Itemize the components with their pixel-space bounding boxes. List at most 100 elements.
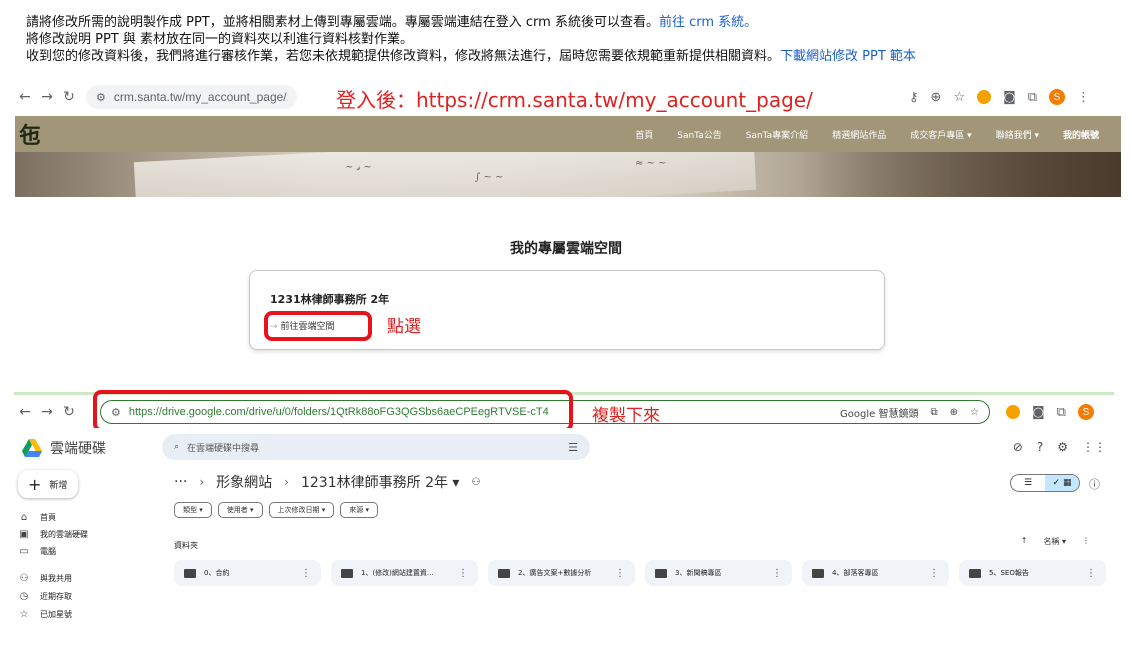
google-lens-button[interactable]: Google 智慧鏡頭: [840, 405, 918, 420]
back-icon[interactable]: ←: [14, 89, 36, 105]
view-toggle: ☰ ✓ ▦: [1010, 474, 1080, 492]
new-label: 新增: [49, 480, 68, 491]
folder-name: 1、(修改)網站建置資...: [361, 569, 434, 577]
ppt-template-link[interactable]: 下載網站修改 PPT 範本: [780, 49, 916, 64]
filter-modified[interactable]: 上次修改日期 ▾: [268, 502, 335, 518]
drive-app-name: 雲端硬碟: [50, 441, 106, 457]
folder-item[interactable]: 3、新聞稿專區 ⋮: [645, 560, 792, 586]
folder-name: 2、廣告文案+數據分析: [518, 569, 592, 577]
sidebar-item-my-drive[interactable]: ▣ 我的雲端硬碟: [18, 529, 88, 540]
folder-item[interactable]: 0、合約 ⋮: [174, 560, 321, 586]
star-icon[interactable]: ☆: [953, 90, 965, 105]
filter-type[interactable]: 類型 ▾: [174, 502, 212, 518]
highlight-cloud-link: [264, 311, 372, 341]
camera-icon[interactable]: ◙: [1003, 90, 1016, 105]
more-options-icon[interactable]: ⋮: [772, 568, 782, 579]
profile-avatar[interactable]: S: [1077, 404, 1094, 420]
nav-item-my-account[interactable]: 我的帳號: [1051, 128, 1111, 141]
folder-name: 4、部落客專區: [832, 569, 879, 577]
site-settings-icon[interactable]: ⚙: [96, 91, 106, 104]
instruction-text: 請將修改所需的說明製作成 PPT，並將相關素材上傳到專屬雲端。專屬雲端連結在登入…: [26, 15, 659, 30]
more-options-icon[interactable]: ⋮: [458, 568, 468, 579]
sidebar-item-label: 近期存取: [40, 592, 72, 601]
filter-people[interactable]: 使用者 ▾: [217, 502, 263, 518]
nav-item-contact[interactable]: 聯絡我們 ▾: [984, 128, 1051, 141]
zoom-icon[interactable]: ⊕: [950, 407, 958, 418]
computer-icon: ▭: [19, 546, 29, 557]
sidebar-item-shared[interactable]: ⚇ 與我共用: [18, 573, 72, 584]
breadcrumb-item[interactable]: 形象網站: [216, 472, 272, 492]
filter-source[interactable]: 來源 ▾: [340, 502, 378, 518]
new-button[interactable]: + 新增: [18, 470, 78, 498]
apps-grid-icon[interactable]: ⋮⋮: [1082, 440, 1106, 454]
sidebar-item-recent[interactable]: ◷ 近期存取: [18, 591, 72, 602]
nav-item-home[interactable]: 首頁: [623, 128, 665, 141]
instruction-text: 收到您的修改資料後，我們將進行審核作業，若您未依規範提供修改資料，修改將無法進行…: [26, 49, 781, 64]
extension-icon[interactable]: [1006, 405, 1020, 419]
reload-icon[interactable]: ↻: [58, 404, 80, 420]
sort-controls: ↑ 名稱 ▾ ⋮: [1021, 536, 1090, 547]
extension-icon[interactable]: [977, 90, 992, 104]
puzzle-icon[interactable]: ⧉: [1028, 90, 1037, 105]
puzzle-icon[interactable]: ⧉: [1057, 405, 1066, 420]
instruction-line-3: 收到您的修改資料後，我們將進行審核作業，若您未依規範提供修改資料，修改將無法進行…: [26, 48, 1116, 65]
instruction-line-1: 請將修改所需的說明製作成 PPT，並將相關素材上傳到專屬雲端。專屬雲端連結在登入…: [26, 14, 1116, 31]
menu-icon[interactable]: ⋮: [1077, 90, 1090, 105]
drive-logo[interactable]: 雲端硬碟: [22, 438, 106, 458]
more-options-icon[interactable]: ⋮: [615, 568, 625, 579]
more-options-icon[interactable]: ⋮: [301, 568, 311, 579]
folder-item[interactable]: 2、廣告文案+數據分析 ⋮: [488, 560, 635, 586]
more-options-icon[interactable]: ⋮: [1086, 568, 1096, 579]
crm-link[interactable]: 前往 crm 系統。: [659, 15, 757, 30]
reload-icon[interactable]: ↻: [58, 89, 80, 105]
my-drive-icon: ▣: [19, 529, 29, 540]
shared-icon: ⚇: [19, 573, 29, 584]
more-options-icon[interactable]: ⋮: [929, 568, 939, 579]
folder-item[interactable]: 4、部落客專區 ⋮: [802, 560, 949, 586]
santa-logo[interactable]: 㐌: [19, 118, 41, 150]
sidebar-item-computers[interactable]: ▭ 電腦: [18, 546, 56, 557]
santa-navbar: 㐌 首頁 SanTa公告 SanTa專案介紹 精選網站作品 成交客戶專區 ▾ 聯…: [15, 116, 1121, 152]
grid-view-icon[interactable]: ✓ ▦: [1045, 475, 1079, 491]
breadcrumb-current[interactable]: 1231林律師事務所 2年 ▾: [301, 472, 459, 492]
folder-item[interactable]: 1、(修改)網站建置資... ⋮: [331, 560, 478, 586]
profile-avatar[interactable]: S: [1049, 89, 1066, 105]
crm-address-bar[interactable]: ⚙ crm.santa.tw/my_account_page/: [86, 85, 297, 109]
key-icon[interactable]: ⚷: [909, 90, 919, 105]
sort-direction-icon[interactable]: ↑: [1021, 536, 1028, 547]
breadcrumb-more[interactable]: ···: [174, 474, 187, 490]
back-icon[interactable]: ←: [14, 404, 36, 420]
more-options-icon[interactable]: ⋮: [1082, 536, 1090, 547]
nav-item-portfolio[interactable]: 精選網站作品: [820, 128, 898, 141]
search-options-icon[interactable]: ☰: [568, 441, 578, 454]
instructions-block: 請將修改所需的說明製作成 PPT，並將相關素材上傳到專屬雲端。專屬雲端連結在登入…: [26, 14, 1116, 65]
hero-scribble: ≈ ~ ~: [635, 158, 667, 169]
nav-item-projects[interactable]: SanTa專案介紹: [734, 128, 820, 141]
forward-icon[interactable]: →: [36, 89, 58, 105]
filter-chips: 類型 ▾ 使用者 ▾ 上次修改日期 ▾ 來源 ▾: [174, 502, 378, 518]
forward-icon[interactable]: →: [36, 404, 58, 420]
info-icon[interactable]: ⓘ: [1089, 476, 1100, 492]
list-view-icon[interactable]: ☰: [1011, 475, 1045, 491]
gear-icon[interactable]: ⚙: [1057, 440, 1068, 454]
nav-item-clients[interactable]: 成交客戶專區 ▾: [898, 128, 983, 141]
folder-item[interactable]: 5、SEO報告 ⋮: [959, 560, 1106, 586]
shared-people-icon[interactable]: ⚇: [471, 477, 480, 488]
sidebar-item-label: 首頁: [40, 513, 56, 522]
nav-item-announcements[interactable]: SanTa公告: [665, 128, 733, 141]
search-icon: ⌕: [174, 442, 180, 452]
folder-icon: [969, 568, 981, 578]
plus-icon: +: [28, 474, 42, 494]
status-icon[interactable]: ⊘: [1013, 440, 1023, 454]
camera-icon[interactable]: ◙: [1032, 405, 1045, 420]
translate-icon[interactable]: ⧉: [931, 407, 938, 418]
sort-name-button[interactable]: 名稱 ▾: [1043, 536, 1066, 547]
sidebar-item-starred[interactable]: ☆ 已加星號: [18, 609, 72, 620]
highlight-drive-url: [93, 390, 573, 432]
sidebar-item-home[interactable]: ⌂ 首頁: [18, 512, 56, 523]
address-bar-actions: Google 智慧鏡頭 ⧉ ⊕ ☆: [840, 405, 979, 420]
star-icon[interactable]: ☆: [970, 407, 979, 418]
help-icon[interactable]: ?: [1037, 440, 1043, 454]
drive-search-input[interactable]: ⌕ 在雲端硬碟中搜尋 ☰: [162, 434, 590, 460]
zoom-icon[interactable]: ⊕: [931, 90, 942, 105]
